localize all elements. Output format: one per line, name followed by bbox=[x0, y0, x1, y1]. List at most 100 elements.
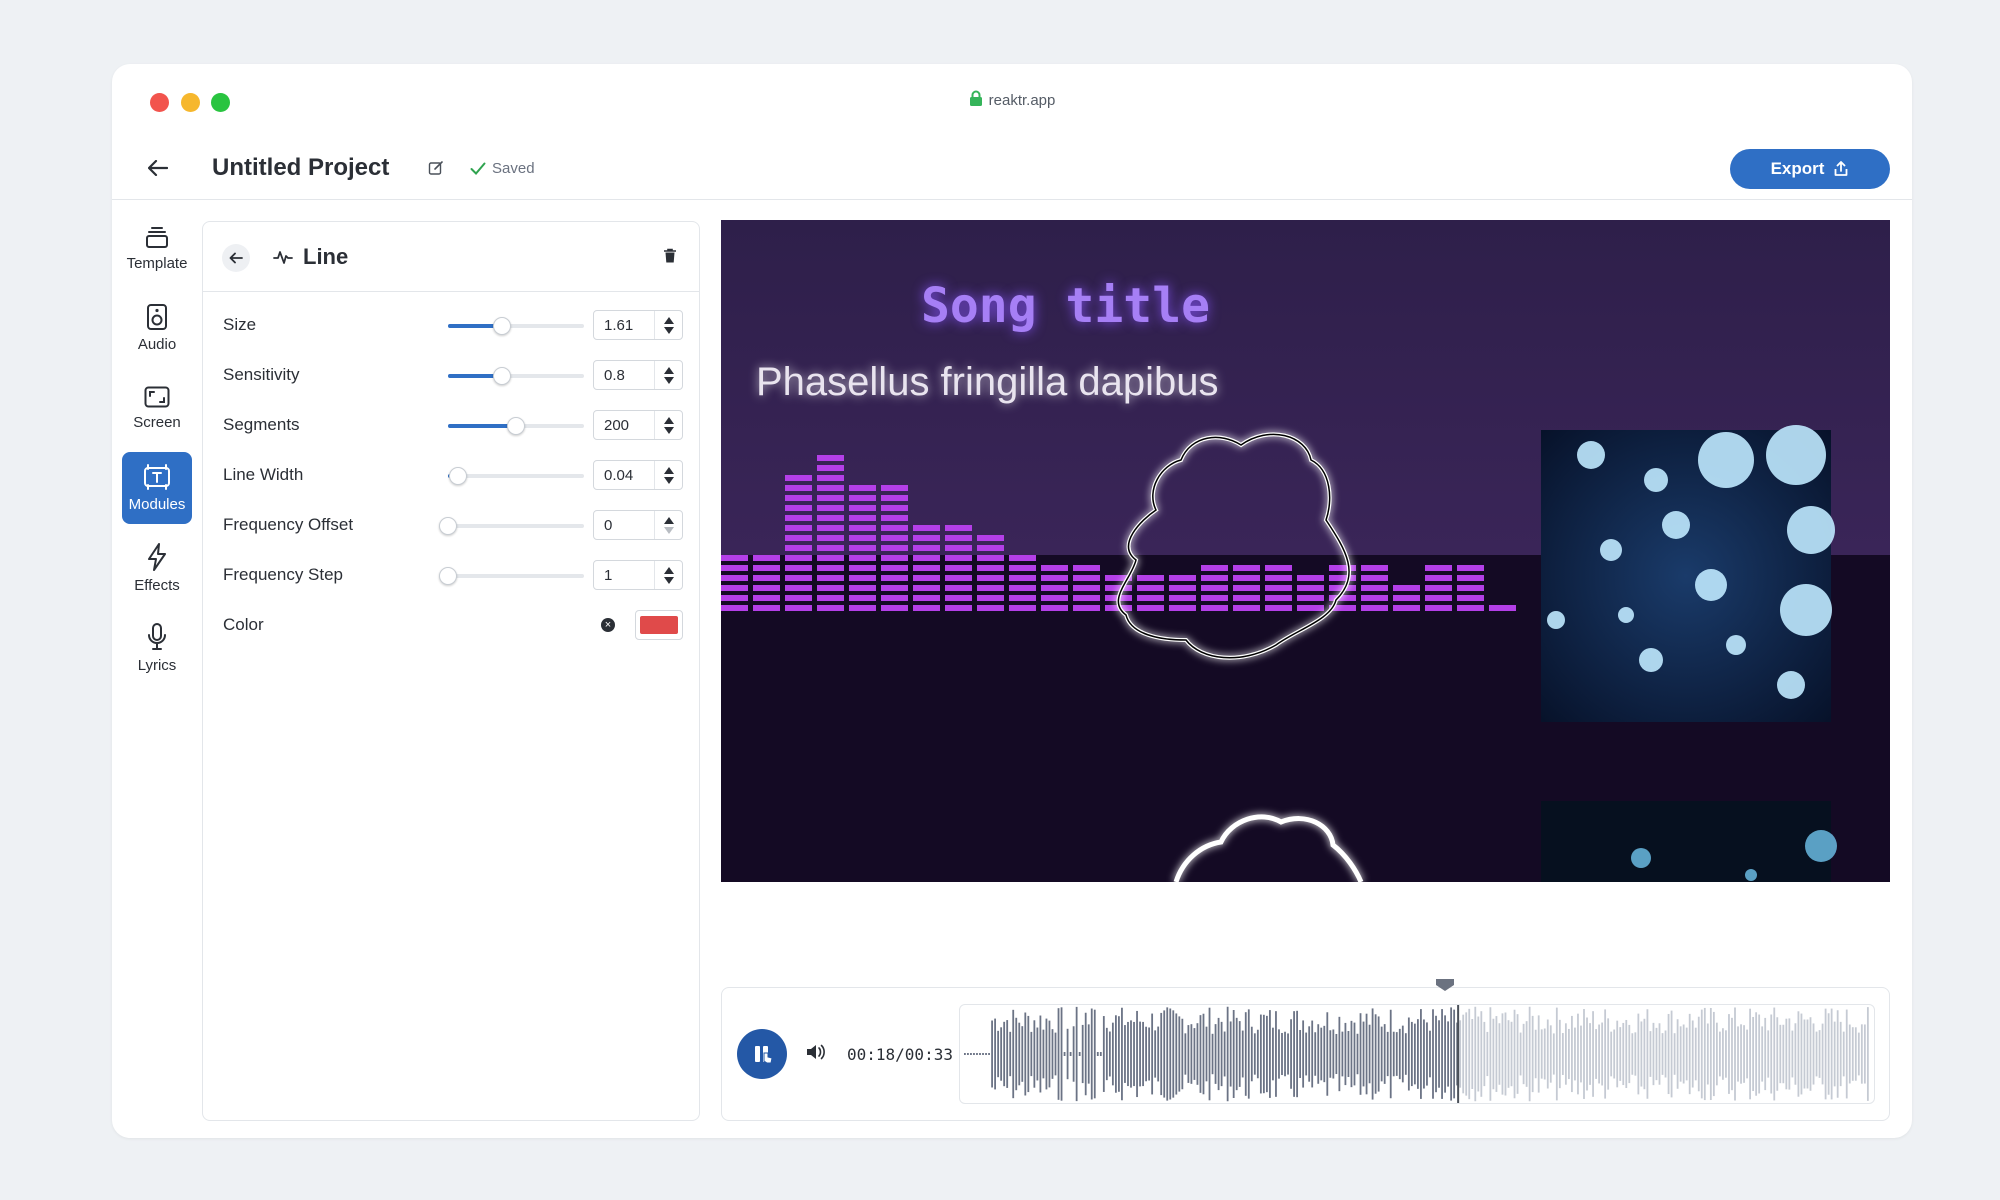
slider-thumb[interactable] bbox=[507, 417, 525, 435]
frequency-step-stepper[interactable] bbox=[593, 560, 683, 590]
equalizer-segment bbox=[881, 575, 908, 581]
sidebar-item-effects[interactable]: Effects bbox=[122, 532, 192, 604]
equalizer-segment bbox=[945, 595, 972, 601]
slider-thumb[interactable] bbox=[439, 567, 457, 585]
frequency-step-slider[interactable] bbox=[439, 567, 584, 585]
waveform-bar bbox=[1558, 1019, 1561, 1089]
frequency-offset-input[interactable] bbox=[594, 511, 654, 539]
waveform-bar bbox=[1806, 1019, 1809, 1089]
increment-button[interactable] bbox=[663, 566, 674, 574]
waveform-bar bbox=[1761, 1026, 1764, 1082]
back-button[interactable] bbox=[144, 154, 172, 182]
waveform-bar bbox=[1568, 1028, 1570, 1080]
sidebar-item-screen[interactable]: Screen bbox=[122, 372, 192, 444]
waveform-bar bbox=[1015, 1017, 1018, 1091]
segments-stepper[interactable] bbox=[593, 410, 683, 440]
increment-button[interactable] bbox=[663, 516, 674, 524]
increment-button[interactable] bbox=[663, 316, 674, 324]
waveform-bar bbox=[1571, 1015, 1573, 1093]
segments-input[interactable] bbox=[594, 411, 654, 439]
waveform-bar bbox=[1130, 1020, 1132, 1088]
waveform-bar bbox=[1712, 1011, 1715, 1097]
project-title[interactable]: Untitled Project bbox=[212, 154, 389, 182]
line-width-stepper[interactable] bbox=[593, 460, 683, 490]
waveform-bar bbox=[1078, 1052, 1081, 1056]
segments-slider[interactable] bbox=[448, 417, 584, 435]
waveform-scrubber[interactable] bbox=[959, 1004, 1875, 1104]
sidebar-item-modules[interactable]: Modules bbox=[122, 452, 192, 524]
frequency-step-input[interactable] bbox=[594, 561, 654, 589]
equalizer-segment bbox=[1233, 585, 1260, 591]
waveform-bar bbox=[1163, 1010, 1166, 1098]
waveform-bar bbox=[1054, 1032, 1057, 1076]
waveform-bar bbox=[1069, 1052, 1072, 1056]
trash-icon[interactable] bbox=[663, 248, 677, 264]
size-stepper[interactable] bbox=[593, 310, 683, 340]
equalizer-segment bbox=[817, 565, 844, 571]
control-label: Sensitivity bbox=[223, 365, 300, 384]
play-pause-button[interactable] bbox=[737, 1029, 787, 1079]
sidebar-item-lyrics[interactable]: Lyrics bbox=[122, 612, 192, 684]
waveform-bar bbox=[1027, 1015, 1030, 1093]
waveform-bar bbox=[1235, 1017, 1238, 1091]
arrow-left-icon bbox=[148, 160, 168, 176]
waveform-bar bbox=[1447, 1021, 1449, 1087]
color-swatch[interactable] bbox=[635, 610, 683, 640]
waveform-bar bbox=[1743, 1025, 1745, 1083]
decrement-button[interactable] bbox=[663, 526, 674, 534]
equalizer-segment bbox=[849, 595, 876, 601]
slider-thumb[interactable] bbox=[439, 517, 457, 535]
waveform-bar bbox=[1293, 1011, 1295, 1097]
lyric-text[interactable]: Phasellus fringilla dapibus bbox=[756, 360, 1356, 405]
waveform-bar bbox=[964, 1053, 966, 1055]
decrement-button[interactable] bbox=[663, 376, 674, 384]
slider-thumb[interactable] bbox=[493, 367, 512, 385]
export-button[interactable]: Export bbox=[1730, 149, 1890, 189]
decrement-button[interactable] bbox=[663, 576, 674, 584]
waveform-bar bbox=[1181, 1018, 1184, 1090]
increment-button[interactable] bbox=[663, 366, 674, 374]
waveform-bar bbox=[1148, 1027, 1151, 1081]
increment-button[interactable] bbox=[663, 416, 674, 424]
clear-color-icon[interactable]: × bbox=[601, 618, 615, 632]
frequency-offset-stepper[interactable] bbox=[593, 510, 683, 540]
equalizer-segment bbox=[1393, 595, 1420, 601]
size-slider[interactable] bbox=[448, 317, 584, 335]
frequency-offset-slider[interactable] bbox=[439, 517, 584, 535]
sensitivity-input[interactable] bbox=[594, 361, 654, 389]
waveform-bar bbox=[1673, 1033, 1676, 1075]
waveform-bar bbox=[1586, 1017, 1588, 1091]
waveform-bar bbox=[1281, 1032, 1283, 1076]
equalizer-segment bbox=[721, 555, 748, 561]
playhead-handle[interactable] bbox=[1434, 978, 1456, 992]
volume-icon[interactable] bbox=[806, 1043, 826, 1061]
sensitivity-slider[interactable] bbox=[448, 367, 584, 385]
waveform-bar bbox=[1190, 1024, 1193, 1084]
address-bar[interactable]: reaktr.app bbox=[112, 90, 1912, 109]
increment-button[interactable] bbox=[663, 466, 674, 474]
control-label: Color bbox=[223, 615, 264, 634]
sidebar-item-audio[interactable]: Audio bbox=[122, 292, 192, 364]
waveform-bar bbox=[1102, 1016, 1105, 1092]
waveform-bar bbox=[1072, 1026, 1075, 1082]
equalizer-segment bbox=[817, 535, 844, 541]
panel-back-button[interactable] bbox=[222, 244, 250, 272]
sensitivity-stepper[interactable] bbox=[593, 360, 683, 390]
decrement-button[interactable] bbox=[663, 326, 674, 334]
line-width-input[interactable] bbox=[594, 461, 654, 489]
video-preview-canvas[interactable]: Song title Phasellus fringilla dapibus bbox=[721, 220, 1890, 882]
decrement-button[interactable] bbox=[663, 426, 674, 434]
line-width-slider[interactable] bbox=[448, 467, 584, 485]
edit-icon[interactable] bbox=[428, 160, 444, 176]
slider-thumb[interactable] bbox=[493, 317, 512, 335]
sidebar-item-template[interactable]: Template bbox=[122, 212, 192, 284]
decrement-button[interactable] bbox=[663, 476, 674, 484]
slider-thumb[interactable] bbox=[448, 467, 467, 485]
waveform-bar bbox=[1154, 1030, 1157, 1078]
equalizer-segment bbox=[849, 545, 876, 551]
waveform-bar bbox=[1121, 1007, 1123, 1101]
song-title-text[interactable]: Song title bbox=[921, 278, 1421, 334]
equalizer-segment bbox=[977, 605, 1004, 611]
waveform-bar bbox=[1039, 1015, 1042, 1093]
size-input[interactable] bbox=[594, 311, 654, 339]
